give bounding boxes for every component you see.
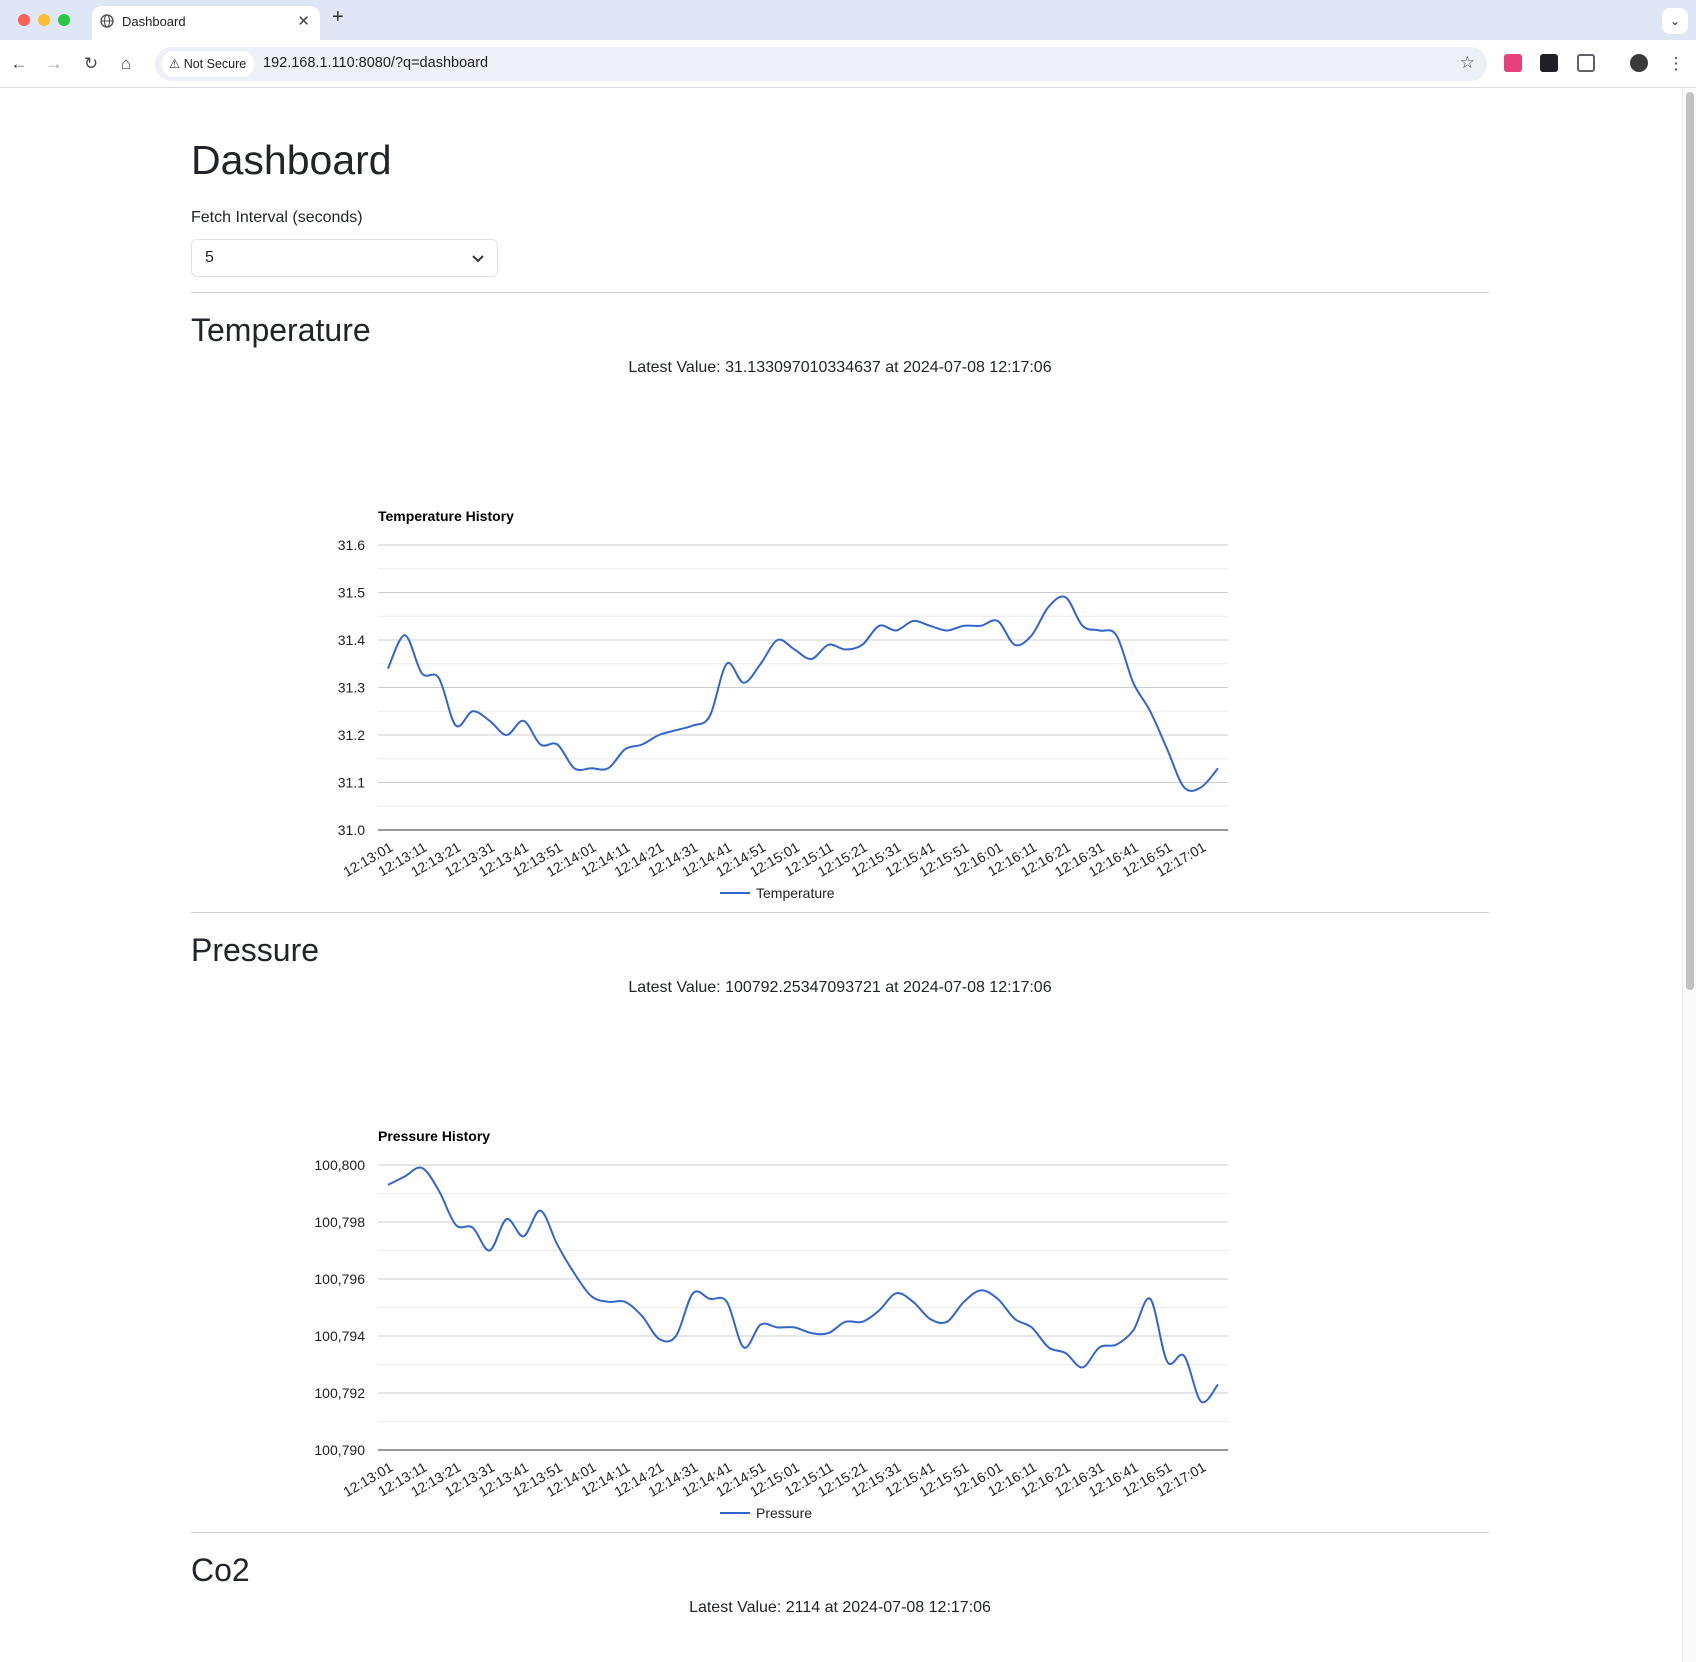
security-chip[interactable]: ⚠ Not Secure bbox=[161, 51, 256, 77]
y-tick-label: 100,798 bbox=[314, 1214, 365, 1230]
warning-triangle-icon: ⚠ bbox=[169, 57, 181, 71]
chevron-down-icon bbox=[471, 251, 485, 270]
pressure-series-line bbox=[387, 1166, 1219, 1404]
extension-icon-pink[interactable] bbox=[1504, 54, 1522, 72]
y-tick-label: 100,796 bbox=[314, 1271, 365, 1287]
extension-icon-terminal[interactable] bbox=[1540, 54, 1558, 72]
fetch-interval-value: 5 bbox=[205, 249, 214, 266]
tab-title: Dashboard bbox=[122, 14, 186, 29]
url-text[interactable]: 192.168.1.110:8080/?q=dashboard bbox=[263, 55, 488, 71]
address-bar[interactable]: ⚠ Not Secure 192.168.1.110:8080/?q=dashb… bbox=[155, 47, 1487, 81]
tab-search-chevron-icon[interactable]: ⌄ bbox=[1662, 8, 1688, 34]
y-tick-label: 31.6 bbox=[338, 537, 365, 553]
kebab-menu-icon[interactable]: ⋮ bbox=[1664, 52, 1688, 76]
profile-avatar[interactable] bbox=[1630, 54, 1648, 72]
temperature-series-line bbox=[387, 595, 1219, 792]
extensions-puzzle-icon[interactable] bbox=[1577, 54, 1595, 72]
browser-tab[interactable]: Dashboard ✕ bbox=[92, 6, 320, 40]
pressure-legend-label: Pressure bbox=[756, 1505, 812, 1521]
section-divider bbox=[191, 912, 1489, 913]
bookmark-star-icon[interactable]: ☆ bbox=[1460, 53, 1475, 73]
globe-icon bbox=[100, 14, 114, 33]
y-tick-label: 31.4 bbox=[338, 632, 365, 648]
page-scrollbar[interactable] bbox=[1682, 89, 1696, 1662]
zoom-window-button[interactable] bbox=[58, 14, 70, 26]
y-tick-label: 31.2 bbox=[338, 727, 365, 743]
temperature-chart-title: Temperature History bbox=[378, 508, 514, 524]
y-tick-label: 100,792 bbox=[314, 1385, 365, 1401]
home-icon[interactable]: ⌂ bbox=[114, 52, 138, 76]
pressure-latest-value: Latest Value: 100792.25347093721 at 2024… bbox=[628, 979, 1052, 996]
y-tick-label: 31.1 bbox=[338, 775, 365, 791]
temperature-history-chart: Temperature History 31.0 31.1 31.2 31.3 31.4 3… bbox=[338, 508, 1228, 901]
tab-close-icon[interactable]: ✕ bbox=[297, 12, 310, 30]
y-tick-label: 31.3 bbox=[338, 680, 365, 696]
page-content: Dashboard Fetch Interval (seconds) 5 Tem… bbox=[0, 89, 1682, 1662]
y-tick-label: 100,800 bbox=[314, 1157, 365, 1173]
security-label: Not Secure bbox=[183, 57, 247, 71]
temperature-latest-value: Latest Value: 31.133097010334637 at 2024… bbox=[628, 359, 1052, 376]
pressure-chart-title: Pressure History bbox=[378, 1128, 490, 1144]
forward-arrow-icon[interactable]: → bbox=[42, 52, 66, 76]
section-divider bbox=[191, 1532, 1489, 1533]
y-tick-label: 100,790 bbox=[314, 1442, 365, 1458]
temperature-legend-label: Temperature bbox=[756, 885, 835, 901]
temperature-section-title: Temperature bbox=[191, 312, 371, 348]
co2-latest-value: Latest Value: 2114 at 2024-07-08 12:17:0… bbox=[689, 1599, 991, 1616]
co2-section-title: Co2 bbox=[191, 1552, 250, 1588]
pressure-section-title: Pressure bbox=[191, 932, 320, 968]
section-divider bbox=[191, 292, 1489, 293]
minimize-window-button[interactable] bbox=[38, 14, 50, 26]
back-arrow-icon[interactable]: ← bbox=[7, 52, 31, 76]
y-tick-label: 31.5 bbox=[338, 585, 365, 601]
browser-tab-strip: Dashboard ✕ + ⌄ bbox=[0, 0, 1696, 40]
pressure-history-chart: Pressure History 100,790 100,792 100,794 100… bbox=[314, 1128, 1228, 1521]
fetch-interval-label: Fetch Interval (seconds) bbox=[191, 209, 363, 226]
y-tick-label: 100,794 bbox=[314, 1328, 365, 1344]
y-tick-label: 31.0 bbox=[338, 822, 365, 838]
fetch-interval-select[interactable]: 5 bbox=[191, 239, 498, 277]
scrollbar-thumb[interactable] bbox=[1686, 92, 1694, 990]
page-title: Dashboard bbox=[191, 137, 392, 183]
new-tab-icon[interactable]: + bbox=[332, 6, 344, 29]
close-window-button[interactable] bbox=[18, 14, 30, 26]
reload-icon[interactable]: ↻ bbox=[79, 52, 103, 76]
